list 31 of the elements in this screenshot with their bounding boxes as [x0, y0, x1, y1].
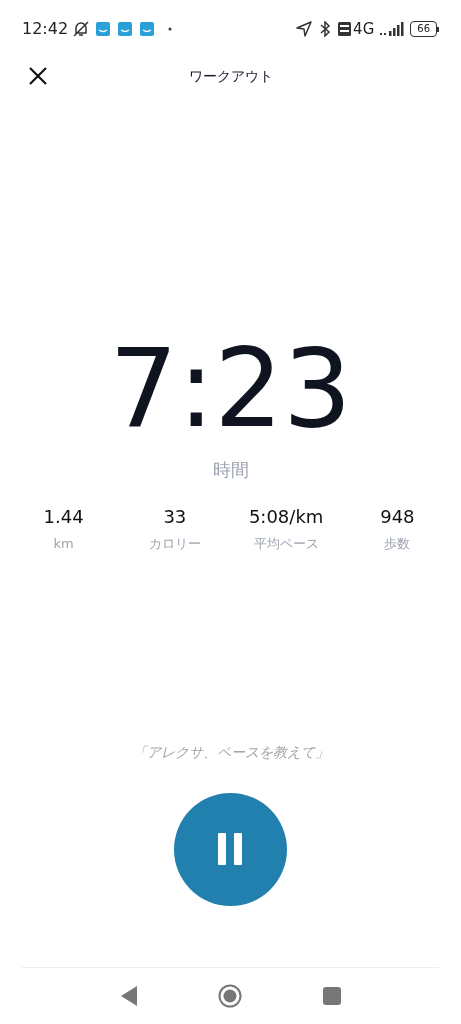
recents-icon: [322, 987, 341, 1005]
recents-button[interactable]: [322, 987, 341, 1005]
signal-icon: [380, 22, 405, 36]
stat-value: 5:08/km: [248, 505, 324, 529]
page-title: ワークアウト: [188, 66, 273, 86]
app-icon: [140, 22, 155, 36]
home-button[interactable]: [217, 984, 242, 1008]
network-type: 4G: [353, 18, 375, 40]
muted-bell-icon: [72, 20, 91, 38]
stat-label: カロリー: [148, 535, 201, 553]
bluetooth-icon: [318, 21, 333, 37]
stat-value: 33: [163, 505, 187, 529]
home-icon: [217, 984, 242, 1008]
back-icon: [120, 986, 137, 1006]
stat-value: 948: [380, 505, 415, 529]
location-icon: [296, 21, 313, 37]
dot-icon: [168, 27, 173, 31]
back-button[interactable]: [120, 986, 137, 1006]
stat-label: km: [53, 535, 74, 553]
elapsed-time-label: 時間: [212, 458, 249, 482]
app-icon: [96, 22, 111, 36]
voice-hint: 「アレクサ、ペースを教えて」: [132, 742, 329, 762]
battery-indicator: 66: [410, 21, 439, 37]
stat-label: 歩数: [384, 535, 411, 553]
stat-label: 平均ペース: [253, 535, 319, 553]
status-time: 12:42: [22, 18, 69, 40]
close-icon: [28, 66, 48, 86]
stat-value: 1.44: [43, 505, 84, 529]
app-icon: [118, 22, 133, 36]
elapsed-time: 7:23: [109, 334, 352, 444]
pause-icon: [217, 833, 244, 865]
